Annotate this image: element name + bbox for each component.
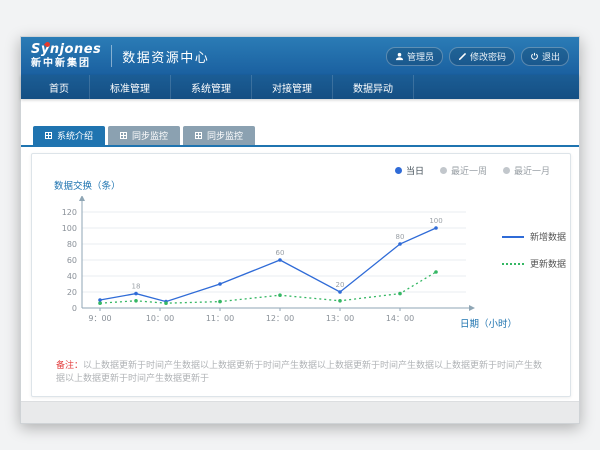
logo-text: Synjones — [31, 43, 101, 57]
tab-1[interactable]: 同步监控 — [108, 126, 180, 145]
svg-text:12：00: 12：00 — [266, 314, 294, 323]
legend-series-1[interactable]: 更新数据 — [502, 257, 566, 270]
tab-0[interactable]: 系统介绍 — [33, 126, 105, 145]
filter-2[interactable]: 最近一月 — [503, 164, 550, 177]
change-password-label: 修改密码 — [470, 50, 506, 63]
legend-line-icon — [502, 236, 524, 238]
logo-subtext: 新中新集团 — [31, 58, 101, 69]
filter-dot-icon — [503, 167, 510, 174]
svg-text:60: 60 — [276, 249, 285, 257]
svg-text:80: 80 — [67, 240, 77, 249]
y-axis-label: 数据交换（条） — [54, 178, 121, 192]
footnote-text: 以上数据更新于时间产生数据以上数据更新于时间产生数据以上数据更新于时间产生数据以… — [56, 361, 542, 384]
legend-series-label: 新增数据 — [530, 230, 566, 243]
filter-label: 最近一周 — [451, 164, 487, 177]
nav-item-1[interactable]: 标准管理 — [90, 75, 171, 99]
legend-series-label: 更新数据 — [530, 257, 566, 270]
grid-icon — [195, 132, 202, 139]
tab-2[interactable]: 同步监控 — [183, 126, 255, 145]
svg-text:60: 60 — [67, 256, 77, 265]
tab-label: 同步监控 — [132, 129, 168, 142]
nav-item-4[interactable]: 数据异动 — [333, 75, 414, 99]
filter-1[interactable]: 最近一周 — [440, 164, 487, 177]
legend-series-0[interactable]: 新增数据 — [502, 230, 566, 243]
tab-bar: 系统介绍 同步监控 同步监控 — [33, 126, 255, 145]
tab-label: 同步监控 — [207, 129, 243, 142]
svg-text:10：00: 10：00 — [146, 314, 174, 323]
pencil-icon — [458, 52, 467, 61]
svg-text:80: 80 — [396, 233, 405, 241]
tab-label: 系统介绍 — [57, 129, 93, 142]
grid-icon — [45, 132, 52, 139]
user-label: 管理员 — [407, 50, 434, 63]
footnote-label: 备注： — [56, 361, 83, 371]
main-nav: 首页标准管理系统管理对接管理数据异动 — [21, 75, 579, 99]
user-icon — [395, 52, 404, 61]
svg-text:0: 0 — [72, 304, 77, 313]
nav-item-2[interactable]: 系统管理 — [171, 75, 252, 99]
filter-dot-icon — [440, 167, 447, 174]
svg-text:120: 120 — [62, 208, 77, 217]
header-divider — [111, 45, 112, 67]
app-header: Synjones 新中新集团 数据资源中心 管理员 修改密码 — [21, 37, 579, 75]
svg-text:40: 40 — [67, 272, 77, 281]
svg-text:18: 18 — [132, 283, 141, 291]
user-button[interactable]: 管理员 — [386, 47, 443, 66]
logout-button[interactable]: 退出 — [521, 47, 569, 66]
content-card: 当日 最近一周 最近一月 数据交换（条） 0 20 40 60 80 100 120 9：00 10… — [31, 153, 571, 397]
svg-text:20: 20 — [67, 288, 77, 297]
filter-label: 当日 — [406, 164, 424, 177]
filter-dot-icon — [395, 167, 402, 174]
change-password-button[interactable]: 修改密码 — [449, 47, 515, 66]
svg-text:100: 100 — [429, 217, 442, 225]
svg-text:11：00: 11：00 — [206, 314, 234, 323]
svg-text:13：00: 13：00 — [326, 314, 354, 323]
tab-underline — [21, 145, 579, 147]
filter-0[interactable]: 当日 — [395, 164, 424, 177]
svg-text:100: 100 — [62, 224, 77, 233]
window-footer — [21, 401, 579, 423]
legend-line-icon — [502, 263, 524, 265]
grid-icon — [120, 132, 127, 139]
header-actions: 管理员 修改密码 退出 — [386, 47, 569, 66]
svg-text:14：00: 14：00 — [386, 314, 414, 323]
app-window: Synjones 新中新集团 数据资源中心 管理员 修改密码 — [20, 36, 580, 424]
nav-item-0[interactable]: 首页 — [29, 75, 90, 99]
filter-legend: 当日 最近一周 最近一月 — [395, 164, 550, 177]
page-title: 数据资源中心 — [122, 47, 209, 66]
logout-label: 退出 — [542, 50, 560, 63]
line-chart: 0 20 40 60 80 100 120 9：00 10：00 11：00 12：00 13：00 1… — [46, 196, 486, 351]
filter-label: 最近一月 — [514, 164, 550, 177]
logo: Synjones 新中新集团 — [31, 43, 101, 68]
power-icon — [530, 52, 539, 61]
nav-item-3[interactable]: 对接管理 — [252, 75, 333, 99]
footnote: 备注：以上数据更新于时间产生数据以上数据更新于时间产生数据以上数据更新于时间产生… — [56, 360, 550, 385]
series-legend: 新增数据更新数据 — [502, 230, 566, 270]
svg-text:9：00: 9：00 — [88, 314, 111, 323]
svg-text:20: 20 — [336, 281, 345, 289]
